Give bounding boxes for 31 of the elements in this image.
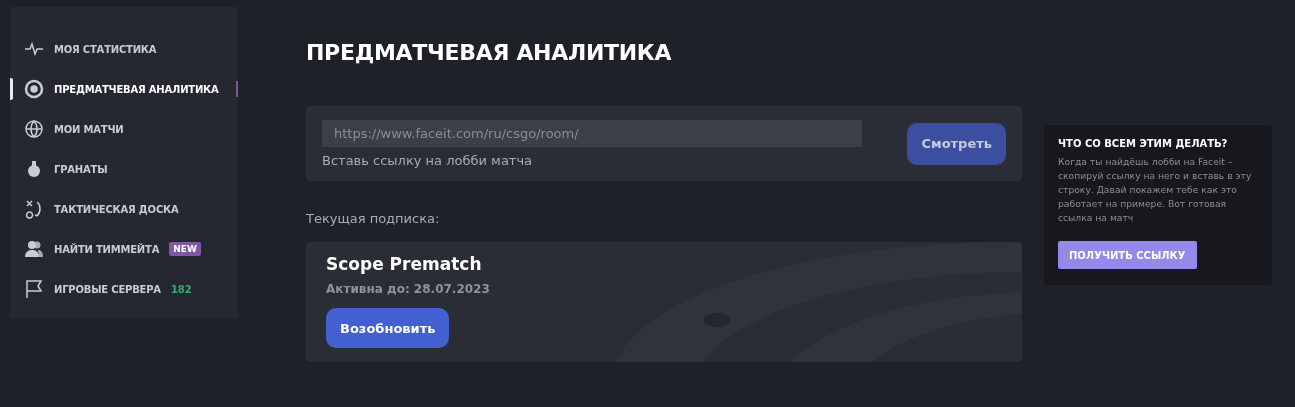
tactic-icon — [24, 199, 44, 219]
sidebar-label: ПРЕДМАТЧЕВАЯ АНАЛИТИКА — [54, 83, 219, 95]
target-icon — [24, 79, 44, 99]
renew-button[interactable]: Возобновить — [326, 308, 450, 348]
sidebar-label: НАЙТИ ТИММЕЙТА — [54, 243, 160, 255]
new-badge: NEW — [169, 242, 201, 256]
subscription-label: Текущая подписка: — [306, 211, 441, 226]
help-text: Когда ты найдёшь лобби на Faceit – скопируй ссылку на него и вставь в эту строку. Давай покажем тебе как это работает на примере. Вот готовая ссылка на матч — [1058, 155, 1253, 225]
globe-icon — [24, 119, 44, 139]
sidebar-label: ТАКТИЧЕСКАЯ ДОСКА — [54, 203, 179, 215]
page-title: ПРЕДМАТЧЕВАЯ АНАЛИТИКА — [306, 40, 673, 65]
sidebar-item[interactable]: МОЯ СТАТИСТИКА — [10, 29, 238, 69]
sidebar-item[interactable]: ГРАНАТЫ — [10, 149, 238, 189]
sidebar-item[interactable]: МОИ МАТЧИ — [10, 109, 238, 149]
sidebar-label: ГРАНАТЫ — [54, 163, 108, 175]
lobby-url-field[interactable]: https://www.faceit.com/ru/csgo/room/ — [322, 119, 862, 147]
sidebar-label: МОЯ СТАТИСТИКА — [54, 43, 157, 55]
help-title: ЧТО СО ВСЕМ ЭТИМ ДЕЛАТЬ? — [1058, 138, 1229, 149]
sidebar-label: ИГРОВЫЕ СЕРВЕРА — [54, 283, 161, 295]
server-count: 182 — [170, 283, 192, 295]
lobby-hint: Вставь ссылку на лобби матча — [322, 152, 534, 168]
flag-icon — [24, 279, 44, 299]
sidebar-label: МОИ МАТЧИ — [54, 123, 124, 135]
sidebar-item[interactable]: ИГРОВЫЕ СЕРВЕРА 182 — [10, 269, 238, 309]
subscription-expiry: Активна до: 28.07.2023 — [326, 282, 491, 296]
sidebar-item[interactable]: ТАКТИЧЕСКАЯ ДОСКА — [10, 189, 238, 229]
subscription-name: Scope Prematch — [326, 254, 483, 274]
sidebar-item[interactable]: НАЙТИ ТИММЕЙТА NEW — [10, 229, 238, 269]
sidebar-item[interactable]: ПРЕДМАТЧЕВАЯ АНАЛИТИКА — [10, 69, 238, 109]
view-button[interactable]: Смотреть — [907, 122, 1006, 165]
users-icon — [24, 239, 44, 259]
